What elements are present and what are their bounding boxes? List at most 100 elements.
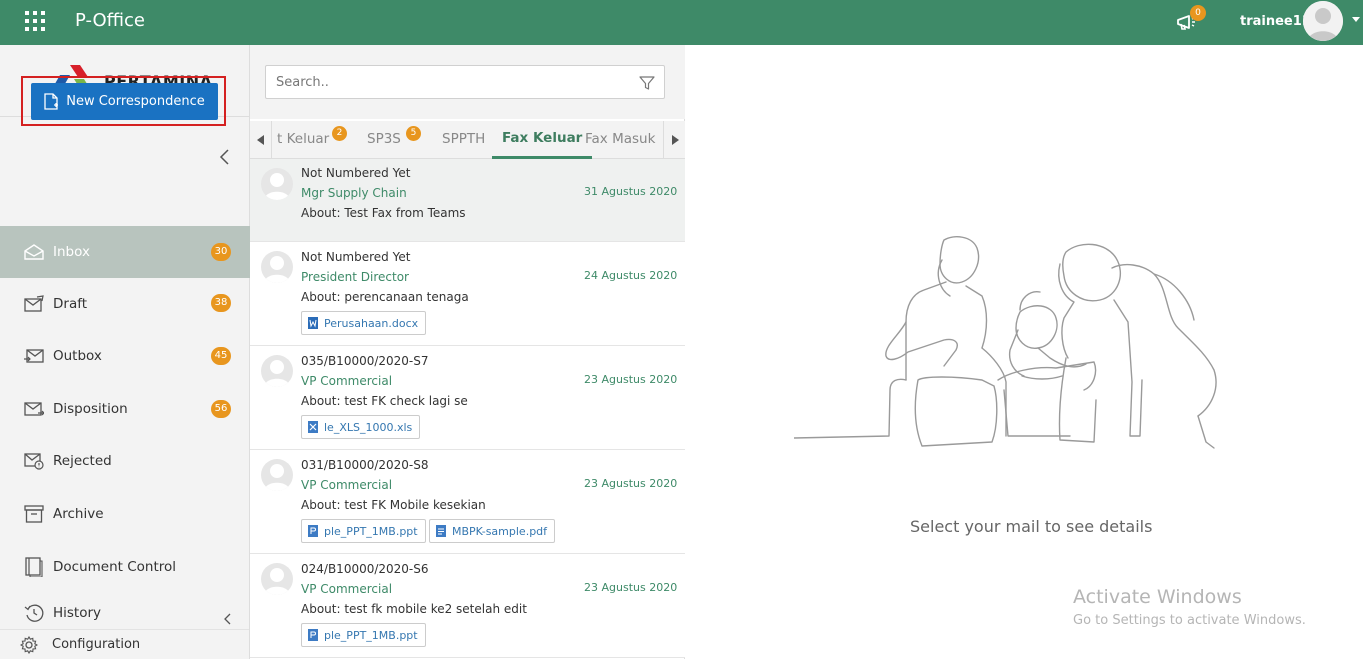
disposition-count-badge: 56 [211,400,231,418]
tab-surat-keluar[interactable]: t Keluar [277,121,329,158]
sidebar-item-label: Draft [53,296,88,312]
mail-sender: VP Commercial [301,374,393,388]
history-icon [24,604,44,622]
tab-label: t Keluar [277,131,330,147]
attachment-chip[interactable]: ple_PPT_1MB.ppt [301,623,426,647]
ppt-file-icon [308,525,318,537]
filter-icon[interactable] [639,75,655,91]
draft-icon [24,295,44,312]
attachment-name: ple_PPT_1MB.ppt [324,524,418,538]
username[interactable]: trainee11 [1240,14,1311,29]
new-document-icon [44,93,59,110]
top-bar: P-Office 0 trainee11 [0,0,1363,45]
sidebar-item-outbox[interactable]: Outbox 45 [0,330,250,382]
mail-number: 031/B10000/2020-S8 [301,458,429,472]
tab-badge: 5 [406,126,421,141]
sidebar-item-label: Archive [53,506,104,522]
gear-icon [20,635,38,654]
tab-label: SPPTH [442,131,486,147]
attachment-name: Perusahaan.docx [324,316,419,330]
mail-item[interactable]: 024/B10000/2020-S6 VP Commercial 23 Agus… [250,554,685,658]
search-area [250,45,685,119]
mail-item[interactable]: Not Numbered Yet President Director 24 A… [250,242,685,346]
outbox-count-badge: 45 [211,347,231,365]
sidebar-item-label: Disposition [53,401,128,417]
mail-item[interactable]: 035/B10000/2020-S7 VP Commercial 23 Agus… [250,346,685,450]
attachment-name: ple_PPT_1MB.ppt [324,628,418,642]
tab-label: SP3S [367,131,401,147]
sender-avatar [261,459,293,491]
mail-number: Not Numbered Yet [301,166,411,180]
sidebar-item-label: History [53,605,102,621]
sidebar-item-inbox[interactable]: Inbox 30 [0,226,250,278]
sidebar-item-document-control[interactable]: Document Control [0,541,250,593]
sidebar-item-label: Inbox [53,244,90,260]
tabs-scroll-right-icon[interactable] [663,121,685,158]
new-correspondence-button[interactable]: New Correspondence [31,83,218,120]
draft-count-badge: 38 [211,294,231,312]
user-menu-caret-icon[interactable] [1352,17,1360,22]
inbox-count-badge: 30 [211,243,231,261]
category-tabs: t Keluar 2 SP3S 5 SPPTH Fax Keluar Fax M… [250,121,685,159]
mail-sender: VP Commercial [301,582,393,596]
tab-sppth[interactable]: SPPTH [442,121,485,158]
tab-fax-masuk[interactable]: Fax Masuk [585,121,655,158]
search-box [265,65,665,99]
mail-subject: About: Test Fax from Teams [301,206,466,220]
sidebar-item-draft[interactable]: Draft 38 [0,278,250,330]
empty-detail-message: Select your mail to see details [910,517,1153,536]
mail-number: 024/B10000/2020-S6 [301,562,429,576]
tab-label: Fax Keluar [502,130,583,146]
search-input[interactable] [266,66,626,98]
attachment-chip[interactable]: le_XLS_1000.xls [301,415,421,439]
mail-subject: About: test FK check lagi se [301,394,468,408]
sender-avatar [261,563,293,595]
mail-detail-pane: Select your mail to see details Activate… [686,45,1363,659]
mail-number: 035/B10000/2020-S7 [301,354,429,368]
mail-sender: President Director [301,270,409,284]
tab-fax-keluar[interactable]: Fax Keluar [492,121,593,159]
activate-windows-watermark: Activate Windows Go to Settings to activ… [1073,586,1306,628]
attachment-chip[interactable]: ple_PPT_1MB.ppt [301,519,426,543]
sidebar-item-history[interactable]: History [0,593,250,633]
sidebar-item-disposition[interactable]: Disposition 56 [0,383,250,435]
app-title: P-Office [75,10,145,31]
tab-sp3s[interactable]: SP3S [367,121,401,158]
user-avatar[interactable] [1303,1,1343,41]
sender-avatar [261,355,293,387]
new-correspondence-label: New Correspondence [66,94,205,109]
tab-label: Fax Masuk [585,131,656,147]
people-collaborating-illustration [794,236,1217,449]
disposition-icon [24,402,44,416]
pdf-file-icon [436,525,446,537]
mail-list-pane: t Keluar 2 SP3S 5 SPPTH Fax Keluar Fax M… [250,45,685,659]
sidebar-item-label: Outbox [53,348,102,364]
sidebar-item-archive[interactable]: Archive [0,488,250,540]
attachment-name: MBPK-sample.pdf [452,524,548,538]
mail-item[interactable]: Not Numbered Yet Mgr Supply Chain 31 Agu… [250,159,685,242]
collapse-sidebar-chevron-icon[interactable] [218,148,232,166]
mail-date: 31 Agustus 2020 [584,185,678,198]
sidebar-item-configuration[interactable]: Configuration [0,629,249,659]
history-expand-chevron-icon[interactable] [222,612,232,626]
mail-date: 23 Agustus 2020 [584,373,678,386]
tabs-scroll-left-icon[interactable] [250,121,272,158]
mail-sender: VP Commercial [301,478,393,492]
sidebar-item-label: Rejected [53,453,112,469]
notification-badge: 0 [1190,5,1206,21]
mail-subject: About: test FK Mobile kesekian [301,498,486,512]
mail-sender: Mgr Supply Chain [301,186,407,200]
mail-number: Not Numbered Yet [301,250,411,264]
attachment-name: le_XLS_1000.xls [324,420,413,434]
apps-grid-icon[interactable] [25,11,45,31]
sender-avatar [261,251,293,283]
document-control-icon [25,557,43,577]
attachment-chip[interactable]: Perusahaan.docx [301,311,427,335]
attachment-chip[interactable]: MBPK-sample.pdf [429,519,556,543]
sidebar-item-rejected[interactable]: Rejected [0,435,250,487]
mail-subject: About: test fk mobile ke2 setelah edit [301,602,527,616]
mail-item[interactable]: 031/B10000/2020-S8 VP Commercial 23 Agus… [250,450,685,554]
mail-date: 23 Agustus 2020 [584,581,678,594]
rejected-icon [24,453,44,470]
watermark-subtitle: Go to Settings to activate Windows. [1073,613,1306,628]
